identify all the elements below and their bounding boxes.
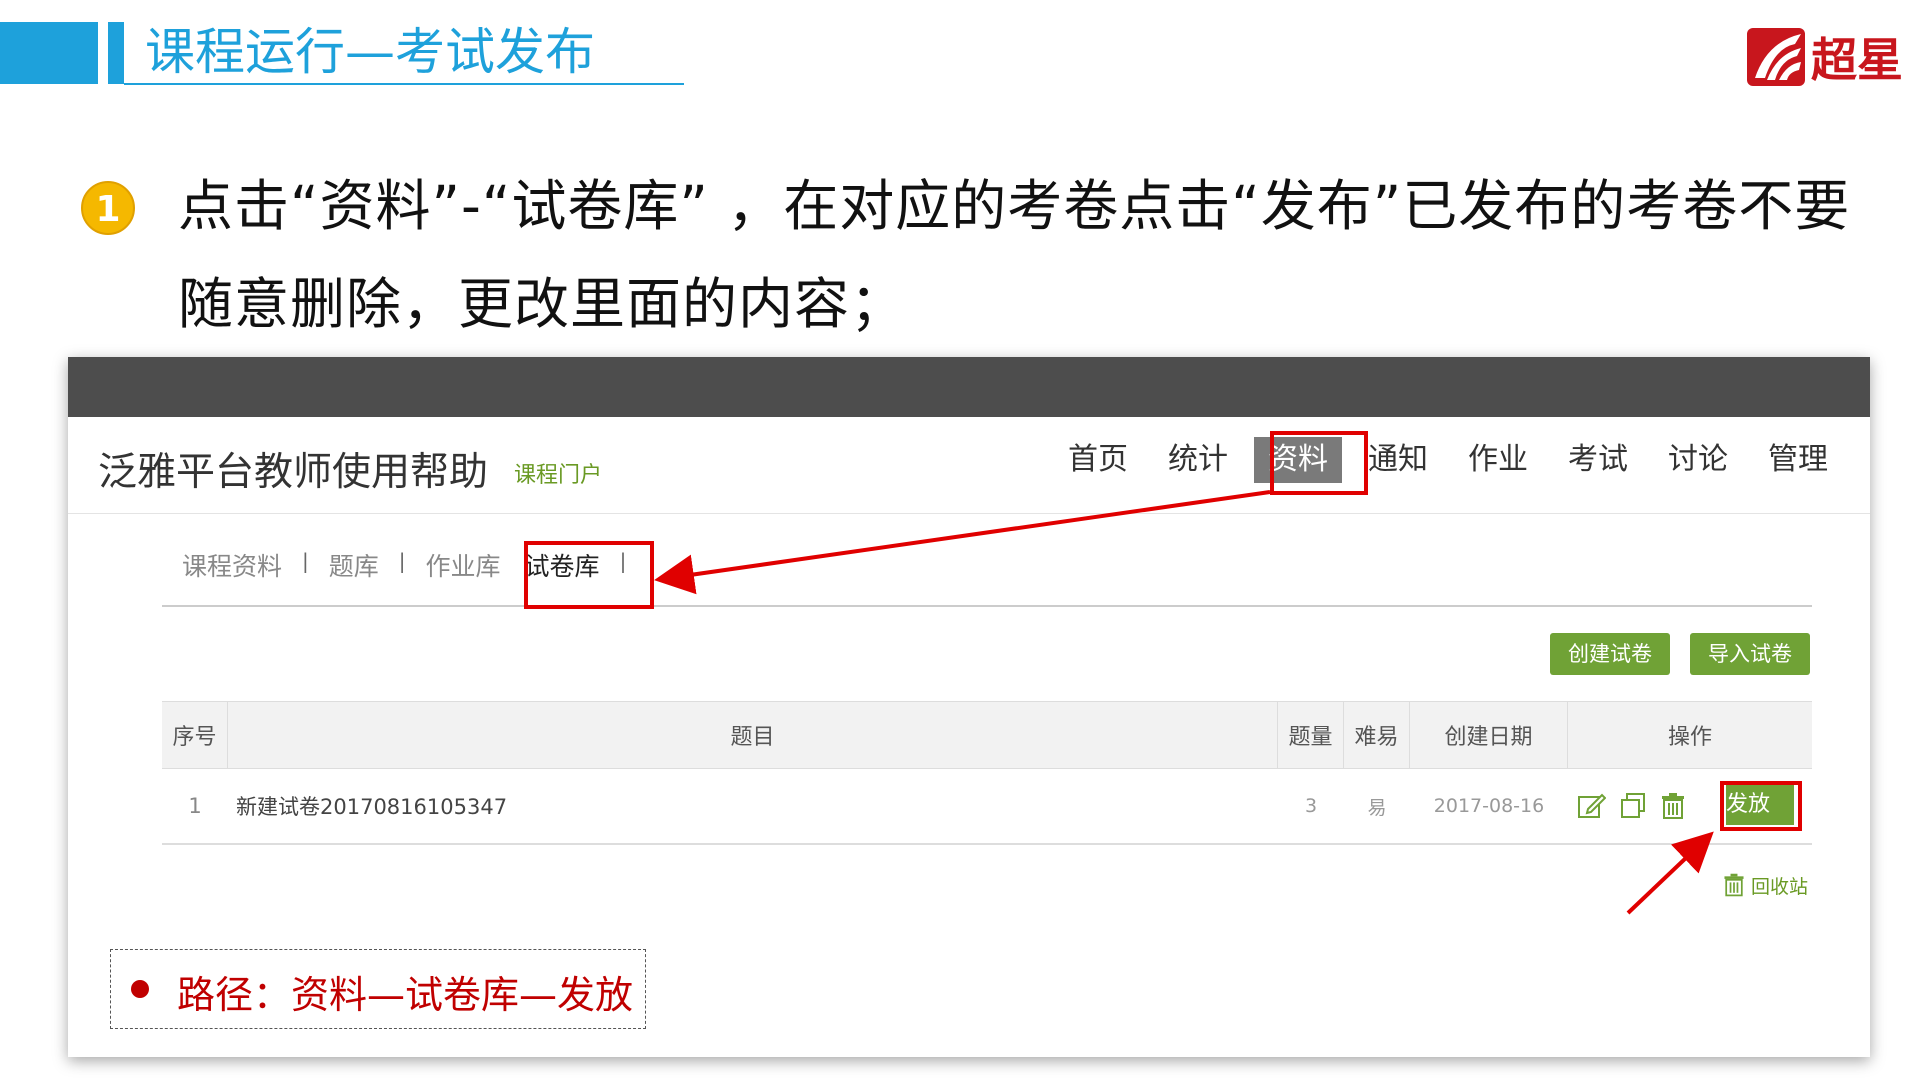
svg-text:1: 1 — [95, 189, 120, 230]
instruction-text: 点击“资料”-“试卷库” ，在对应的考卷点击“发布”已发布的考卷不要随意删除，更… — [178, 174, 1851, 336]
header-accent-bar — [108, 22, 124, 84]
header-underline — [124, 83, 684, 85]
arrow-to-exam-bank — [654, 490, 1271, 595]
number-badge-icon: 1 — [81, 181, 135, 235]
chaoxing-logo: 超星 — [1747, 28, 1903, 87]
svg-text:超星: 超星 — [1811, 33, 1903, 87]
header-accent-block — [0, 22, 98, 84]
slide-title: 课程运行—考试发布 — [145, 23, 595, 81]
arrow-to-publish — [1626, 831, 1714, 915]
screenshot-panel: 泛雅平台教师使用帮助 课程门户 首页 统计 资料 通知 作业 考试 讨论 管理 … — [68, 357, 1870, 1057]
annotation-arrows — [654, 490, 1714, 915]
